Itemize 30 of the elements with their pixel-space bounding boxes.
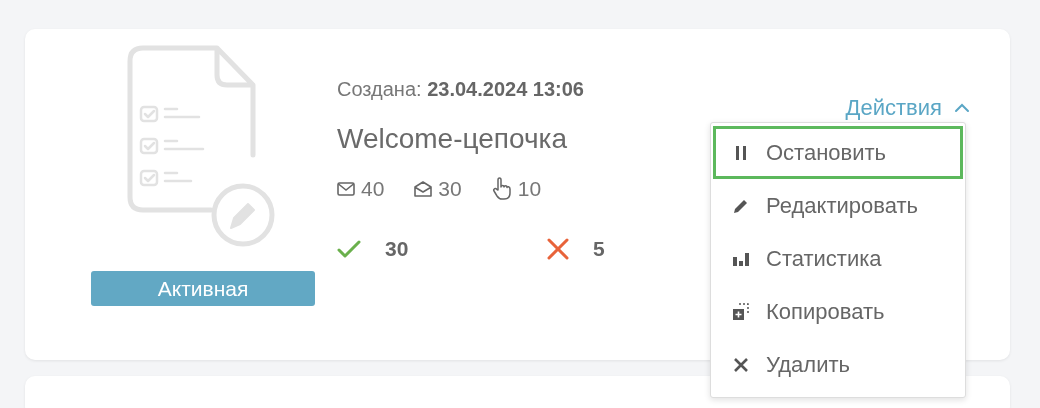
menu-item[interactable]: Статистика [713, 232, 963, 285]
menu-item[interactable]: Копировать [713, 285, 963, 338]
check-icon [337, 240, 361, 258]
menu-item-label: Копировать [766, 298, 885, 325]
cross-icon [547, 238, 569, 260]
copy-icon [732, 302, 750, 321]
result-count: 30 [385, 237, 409, 261]
open-envelope-icon [414, 181, 433, 197]
envelope-icon [337, 182, 355, 196]
menu-item[interactable]: Удалить [713, 338, 963, 391]
bar-chart-icon [732, 251, 750, 266]
pencil-icon [733, 197, 749, 214]
menu-item-label: Статистика [766, 245, 882, 272]
menu-item[interactable]: Редактировать [713, 179, 963, 232]
menu-item-label: Редактировать [766, 192, 918, 219]
pause-icon [735, 145, 747, 160]
pointing-hand-icon [491, 177, 512, 201]
menu-item-label: Удалить [766, 351, 850, 378]
result-count: 5 [593, 237, 605, 261]
status-badge: Активная [91, 271, 315, 306]
created-date: Создана: 23.04.2024 13:06 [337, 78, 584, 101]
caret-icon [954, 103, 970, 113]
stat-count: 40 [361, 177, 385, 201]
menu-item[interactable]: Остановить [713, 126, 963, 179]
checklist-document-icon [125, 45, 275, 247]
close-icon [734, 357, 748, 372]
menu-item-label: Остановить [766, 139, 887, 166]
stat-count: 30 [438, 177, 462, 201]
chain-title: Welcome-цепочка [337, 123, 567, 155]
stat-count: 10 [517, 177, 542, 201]
